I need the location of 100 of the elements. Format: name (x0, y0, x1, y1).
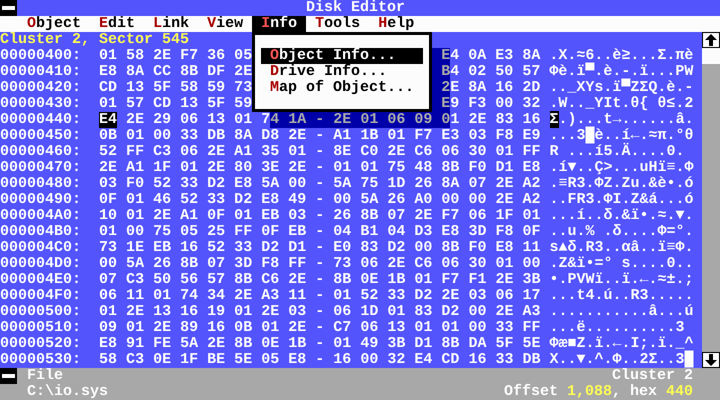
hex-byte[interactable]: 8E (333, 144, 352, 160)
menu-item[interactable]: Map of Object... (261, 80, 423, 96)
hex-byte[interactable]: F0 (468, 240, 486, 256)
hex-byte[interactable]: DB (522, 352, 541, 368)
hex-byte[interactable]: E8 (261, 192, 280, 208)
hex-byte[interactable]: D3 (414, 224, 432, 240)
hex-byte[interactable]: D2 (387, 240, 406, 256)
hex-byte[interactable]: 8B (360, 208, 378, 224)
hex-byte[interactable]: 3D (234, 256, 252, 272)
hex-byte[interactable]: 2E (441, 288, 460, 304)
hex-byte[interactable]: 0E (153, 352, 172, 368)
hex-byte[interactable]: FF (126, 144, 144, 160)
menu-item[interactable]: Edit (90, 16, 144, 32)
hex-byte[interactable]: 57 (207, 272, 226, 288)
hex-byte[interactable]: 25 (207, 224, 226, 240)
hex-byte[interactable]: 1F (495, 208, 514, 224)
hex-byte[interactable]: 30 (468, 144, 486, 160)
hex-byte[interactable]: 00 (288, 176, 306, 192)
hex-byte[interactable]: EB (261, 208, 280, 224)
hex-byte[interactable]: 2E (414, 208, 432, 224)
hex-byte[interactable]: 01 (234, 304, 252, 320)
hex-byte[interactable]: 03 (99, 176, 118, 192)
hex-byte[interactable]: 06 (468, 208, 486, 224)
hex-byte[interactable]: 80 (234, 160, 252, 176)
hex-byte[interactable]: 06 (360, 256, 378, 272)
hex-byte[interactable]: CD (153, 96, 172, 112)
hex-byte[interactable]: D1 (288, 240, 306, 256)
hex-byte[interactable]: 2E (261, 304, 280, 320)
hex-byte[interactable]: FF (288, 256, 306, 272)
hex-byte[interactable]: D2 (261, 240, 280, 256)
hex-byte[interactable]: C6 (414, 256, 432, 272)
hex-byte[interactable]: 01 (261, 320, 280, 336)
scroll-up-button[interactable] (702, 32, 720, 48)
hex-byte[interactable]: D2 (207, 176, 226, 192)
hex-byte[interactable]: DB (207, 128, 226, 144)
hex-byte[interactable]: 06 (333, 304, 352, 320)
system-menu-icon[interactable] (0, 368, 18, 384)
hex-byte[interactable]: A2 (522, 192, 541, 208)
hex-byte[interactable]: 0B (234, 320, 252, 336)
hex-byte[interactable]: 01 (126, 192, 144, 208)
hex-byte[interactable]: 04 (333, 224, 352, 240)
hex-byte[interactable]: 01 (288, 144, 306, 160)
hex-byte[interactable]: 01 (387, 304, 406, 320)
hex-byte[interactable]: 11 (522, 240, 541, 256)
hex-byte[interactable]: EB (288, 224, 306, 240)
hex-byte[interactable]: 29 (153, 112, 172, 128)
hex-byte[interactable]: 59 (207, 80, 226, 96)
hex-byte[interactable]: A1 (333, 128, 352, 144)
hex-byte[interactable]: C3 (153, 144, 172, 160)
hex-byte[interactable]: 73 (234, 80, 252, 96)
hex-byte[interactable]: 1B (288, 336, 306, 352)
menu-item[interactable]: Help (369, 16, 424, 32)
hex-byte[interactable]: E8 (522, 160, 541, 176)
hex-byte[interactable]: 33 (180, 128, 198, 144)
hex-byte[interactable]: E9 (522, 128, 541, 144)
hex-byte[interactable]: EB (153, 240, 172, 256)
hex-byte[interactable]: 49 (360, 336, 378, 352)
hex-byte[interactable]: 00 (522, 256, 541, 272)
hex-byte[interactable]: 06 (441, 256, 460, 272)
hex-byte[interactable]: E0 (333, 240, 352, 256)
hex-byte[interactable]: 8A (522, 48, 540, 64)
hex-byte[interactable]: 83 (414, 304, 432, 320)
hex-byte[interactable]: D1 (414, 336, 432, 352)
hex-byte[interactable]: 01 (234, 208, 252, 224)
hex-byte[interactable]: 01 (414, 272, 432, 288)
hex-byte[interactable]: 1F (153, 160, 172, 176)
hex-byte[interactable]: 26 (333, 208, 352, 224)
hex-byte[interactable]: 2E (126, 112, 144, 128)
hex-byte[interactable]: 16 (180, 240, 198, 256)
hex-byte[interactable]: 04 (387, 224, 406, 240)
hex-byte[interactable]: D2 (234, 192, 252, 208)
hex-byte[interactable]: BE (207, 352, 226, 368)
hex-byte[interactable]: 2E (288, 160, 306, 176)
menu-item[interactable]: Info (252, 16, 306, 32)
hex-byte[interactable]: F7 (414, 128, 432, 144)
hex-byte[interactable]: 01 (333, 160, 352, 176)
hex-byte[interactable]: F8 (495, 224, 514, 240)
hex-byte[interactable]: E3 (441, 128, 460, 144)
hex-byte[interactable]: 0F (207, 208, 226, 224)
hex-byte[interactable]: 49 (288, 192, 306, 208)
hex-byte[interactable]: 06 (99, 288, 118, 304)
hex-byte[interactable]: F8 (261, 256, 280, 272)
hex-byte[interactable]: 03 (288, 304, 306, 320)
system-menu-icon[interactable] (0, 0, 18, 16)
hex-byte[interactable]: 50 (153, 272, 172, 288)
menu-item[interactable]: Drive Info... (261, 64, 423, 80)
hex-byte[interactable]: 01 (99, 304, 118, 320)
hex-byte[interactable]: 03 (468, 288, 486, 304)
hex-byte[interactable]: 06 (360, 320, 378, 336)
hex-byte[interactable]: 3B (387, 336, 406, 352)
hex-byte[interactable]: 2E (153, 48, 172, 64)
hex-byte[interactable]: FF (522, 320, 541, 336)
hex-byte[interactable]: C3 (126, 352, 144, 368)
hex-byte[interactable]: 2E (495, 272, 514, 288)
hex-byte[interactable]: 06 (180, 112, 198, 128)
hex-byte[interactable]: 2E (288, 128, 306, 144)
hex-byte[interactable]: 5F (153, 80, 172, 96)
hex-byte[interactable]: 57 (522, 64, 540, 80)
hex-byte[interactable]: 01 (99, 224, 118, 240)
hex-byte[interactable]: 2E (207, 160, 226, 176)
